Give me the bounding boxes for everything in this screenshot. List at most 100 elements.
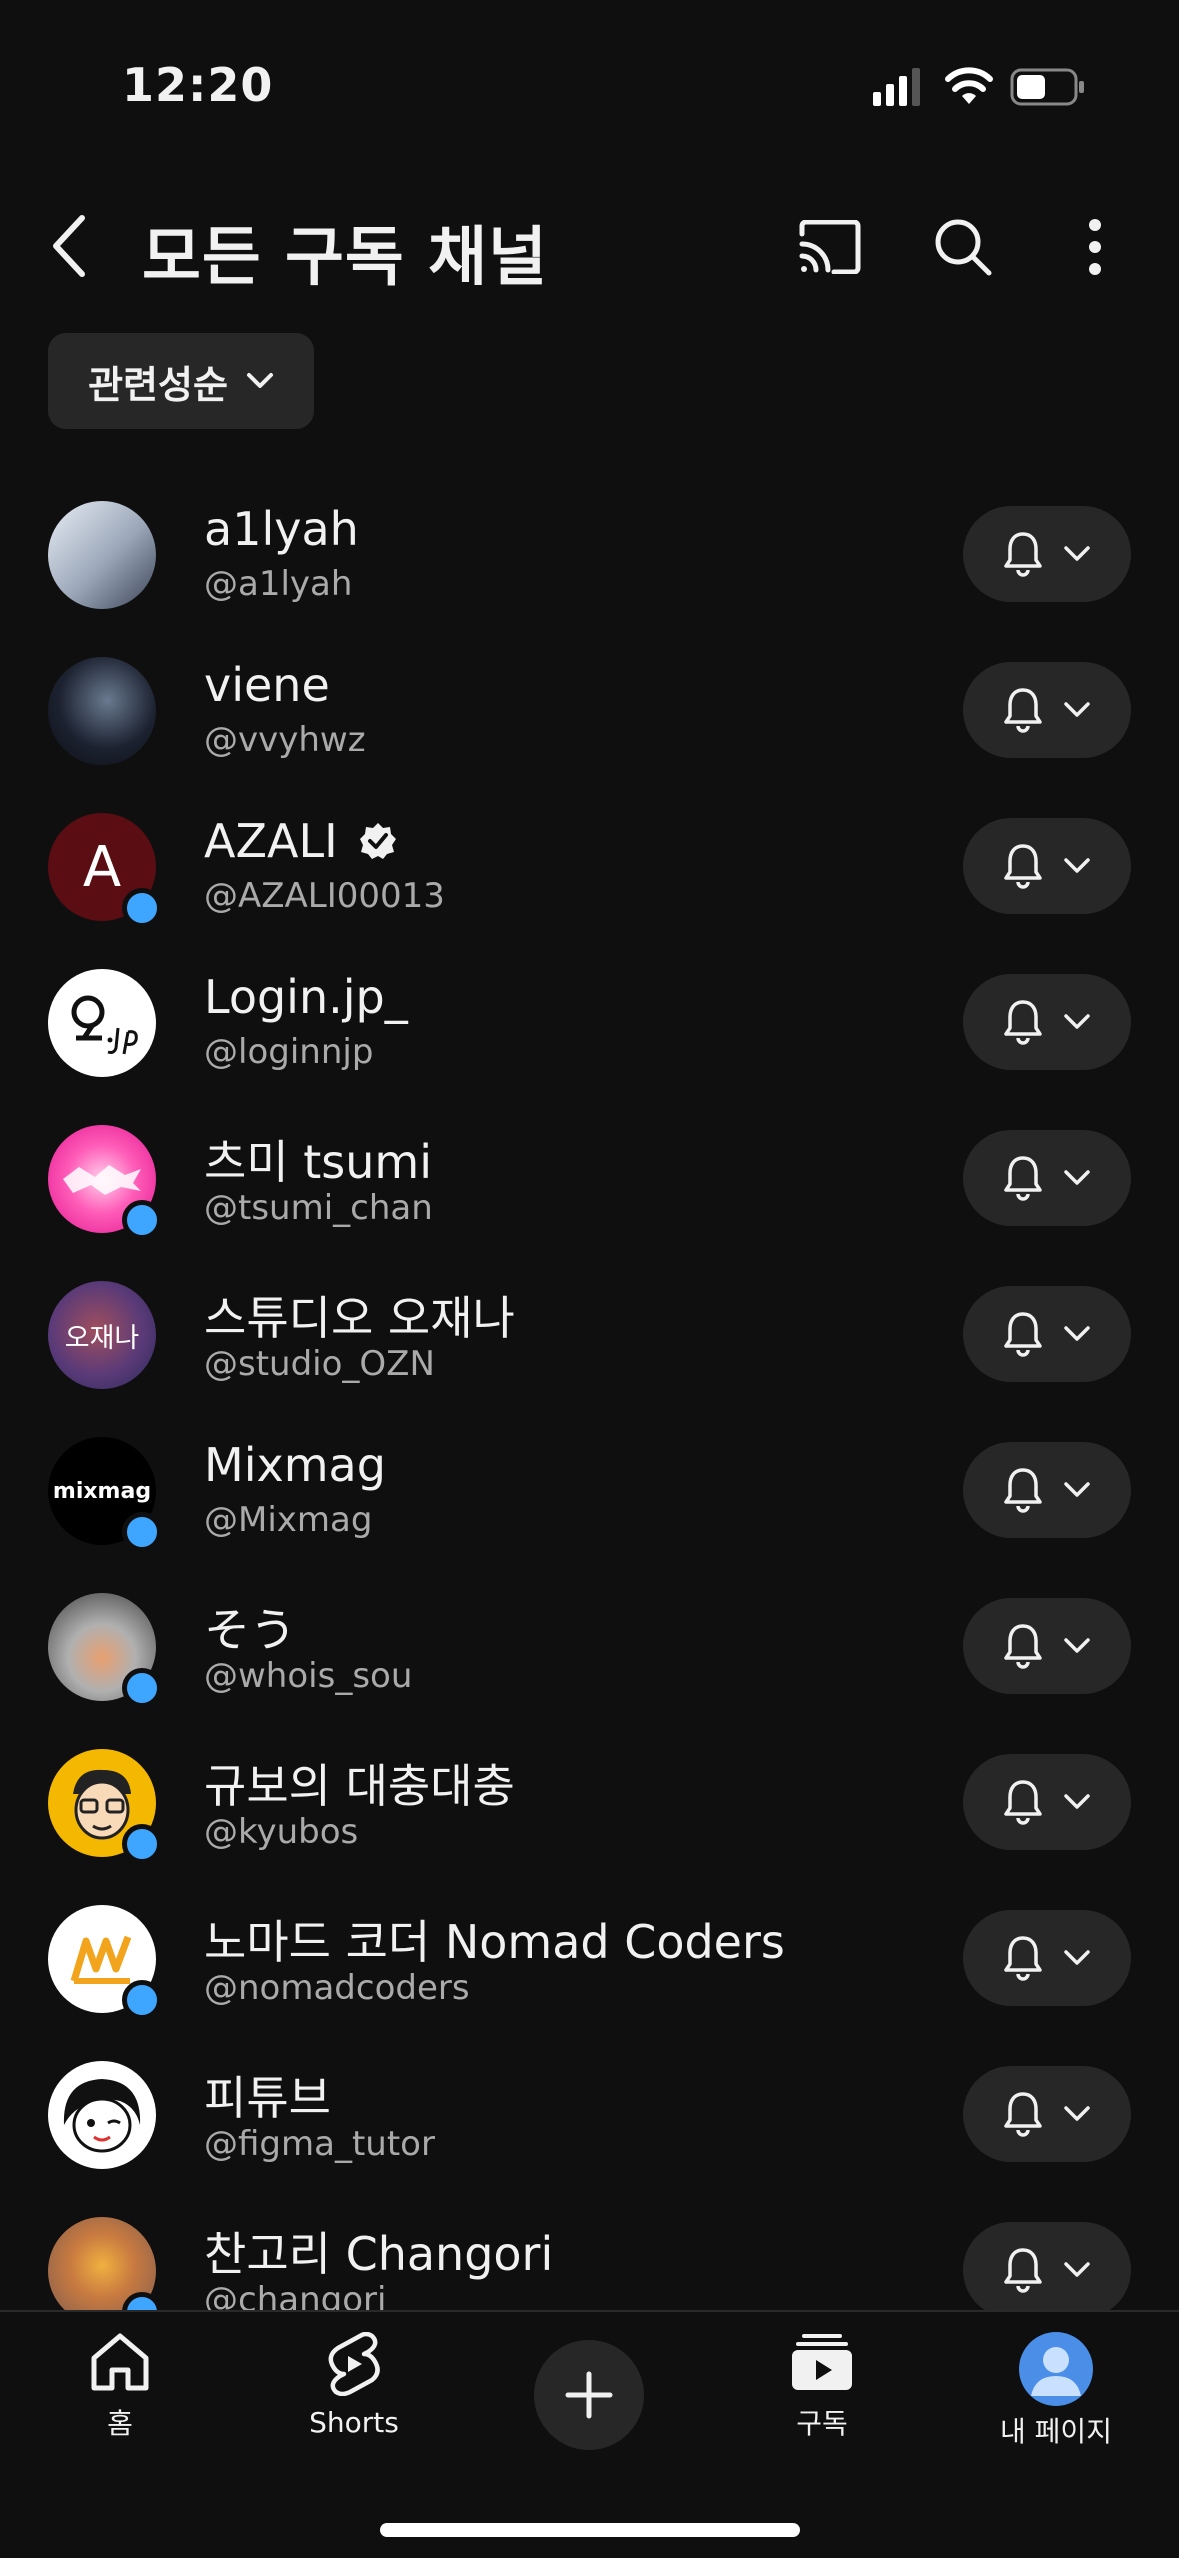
- channel-name: a1lyah: [204, 502, 359, 556]
- cast-icon: [799, 220, 861, 274]
- plus-icon: [565, 2371, 613, 2419]
- channel-avatar[interactable]: [48, 2061, 156, 2169]
- channel-row[interactable]: 규보의 대충대충 @kyubos: [0, 1740, 1179, 1896]
- battery-icon: [1010, 68, 1084, 106]
- channel-row[interactable]: 피튜브 @figma_tutor: [0, 2052, 1179, 2208]
- nav-subscriptions[interactable]: 구독: [732, 2332, 912, 2492]
- notification-settings-button[interactable]: [963, 818, 1131, 914]
- chevron-down-icon: [1064, 1014, 1090, 1029]
- sort-dropdown[interactable]: 관련성순: [48, 333, 314, 429]
- channel-handle: @changori: [204, 2280, 387, 2312]
- subscriptions-icon: [792, 2334, 852, 2390]
- channel-name: そう: [204, 1603, 296, 1657]
- nav-home-label: 홈: [107, 2407, 133, 2440]
- notification-settings-button[interactable]: [963, 1286, 1131, 1382]
- channel-name: 스튜디오 오재나: [204, 1291, 515, 1345]
- bell-icon: [1004, 2092, 1042, 2137]
- chevron-down-icon: [1064, 858, 1090, 873]
- notification-settings-button[interactable]: [963, 1130, 1131, 1226]
- bell-icon: [1004, 1936, 1042, 1981]
- status-bar: 12:20: [0, 0, 1179, 150]
- channel-handle: @a1lyah: [204, 564, 353, 604]
- bell-icon: [1004, 1000, 1042, 1045]
- nav-home[interactable]: 홈: [30, 2332, 210, 2492]
- more-options-button[interactable]: [1060, 212, 1130, 282]
- channel-row[interactable]: そう @whois_sou: [0, 1584, 1179, 1740]
- cast-button[interactable]: [795, 212, 865, 282]
- bell-icon: [1004, 1156, 1042, 1201]
- bell-icon: [1004, 844, 1042, 889]
- channel-row[interactable]: 찬고리 Changori @changori: [0, 2208, 1179, 2312]
- channel-avatar[interactable]: [48, 657, 156, 765]
- chevron-down-icon: [1064, 2262, 1090, 2277]
- channel-name: 노마드 코더 Nomad Coders: [204, 1915, 785, 1969]
- channel-handle: @vvyhwz: [204, 720, 366, 760]
- channel-handle: @Mixmag: [204, 1500, 373, 1540]
- bottom-navigation: 홈 Shorts 구독 내 페이지: [0, 2310, 1179, 2558]
- new-content-dot: [122, 1980, 162, 2020]
- notification-settings-button[interactable]: [963, 1910, 1131, 2006]
- channel-row[interactable]: 츠미 tsumi @tsumi_chan: [0, 1116, 1179, 1272]
- channel-row[interactable]: 노마드 코더 Nomad Coders @nomadcoders: [0, 1896, 1179, 2052]
- shorts-icon: [328, 2332, 380, 2396]
- bell-icon: [1004, 1468, 1042, 1513]
- channel-avatar[interactable]: 오재나: [48, 1281, 156, 1389]
- notification-settings-button[interactable]: [963, 2066, 1131, 2162]
- search-button[interactable]: [928, 212, 998, 282]
- notification-settings-button[interactable]: [963, 506, 1131, 602]
- channel-row[interactable]: Login.jp_ @loginnjp: [0, 960, 1179, 1116]
- channel-handle: @studio_OZN: [204, 1344, 435, 1384]
- channel-row[interactable]: A AZALI @AZALI00013: [0, 804, 1179, 960]
- channel-avatar[interactable]: [48, 501, 156, 609]
- avatar-text: 오재나: [64, 1322, 140, 1354]
- back-button[interactable]: [40, 214, 100, 278]
- channel-handle: @figma_tutor: [204, 2124, 435, 2164]
- tsumi-logo-icon: [63, 1165, 141, 1195]
- avatar: [1019, 2332, 1093, 2406]
- channel-handle: @AZALI00013: [204, 876, 445, 916]
- page-title: 모든 구독 채널: [142, 221, 548, 295]
- notification-settings-button[interactable]: [963, 1754, 1131, 1850]
- bell-icon: [1004, 1780, 1042, 1825]
- login-logo-icon: [71, 995, 138, 1055]
- top-app-bar: 모든 구독 채널: [0, 190, 1179, 300]
- more-vert-icon: [1089, 219, 1101, 275]
- channel-row[interactable]: a1lyah @a1lyah: [0, 492, 1179, 648]
- notification-settings-button[interactable]: [963, 1598, 1131, 1694]
- nomad-coders-logo-icon: [70, 1935, 132, 1984]
- wifi-icon: [945, 67, 993, 104]
- chevron-down-icon: [1064, 1482, 1090, 1497]
- channel-row[interactable]: viene @vvyhwz: [0, 648, 1179, 804]
- channel-avatar[interactable]: [48, 969, 156, 1077]
- channel-row[interactable]: 오재나 스튜디오 오재나 @studio_OZN: [0, 1272, 1179, 1428]
- back-arrow-icon: [53, 215, 85, 277]
- channel-name: viene: [204, 658, 330, 712]
- avatar-letter: A: [82, 834, 122, 900]
- verified-badge-icon: [360, 823, 397, 859]
- nav-subscriptions-label: 구독: [796, 2407, 848, 2440]
- nav-shorts-label: Shorts: [309, 2406, 399, 2439]
- channel-name-text: AZALI: [204, 814, 338, 868]
- channel-name: 규보의 대충대충: [204, 1759, 515, 1813]
- chevron-down-icon: [1064, 1170, 1090, 1185]
- notification-settings-button[interactable]: [963, 662, 1131, 758]
- search-icon: [935, 219, 992, 276]
- subscription-list: a1lyah @a1lyah viene @vvyhwz A AZALI @AZ…: [0, 492, 1179, 2312]
- create-button[interactable]: [534, 2340, 644, 2450]
- nav-shorts[interactable]: Shorts: [264, 2332, 444, 2492]
- notification-settings-button[interactable]: [963, 2222, 1131, 2312]
- channel-handle: @nomadcoders: [204, 1968, 470, 2008]
- new-content-dot: [122, 1512, 162, 1552]
- channel-row[interactable]: mixmag Mixmag @Mixmag: [0, 1428, 1179, 1584]
- status-time: 12:20: [122, 58, 274, 112]
- new-content-dot: [122, 1668, 162, 1708]
- nav-my-page-label: 내 페이지: [1000, 2415, 1112, 2448]
- channel-name: Login.jp_: [204, 970, 408, 1024]
- home-indicator: [380, 2523, 800, 2537]
- channel-handle: @whois_sou: [204, 1656, 413, 1696]
- nav-my-page[interactable]: 내 페이지: [966, 2332, 1146, 2492]
- notification-settings-button[interactable]: [963, 974, 1131, 1070]
- new-content-dot: [122, 1200, 162, 1240]
- home-icon: [91, 2333, 149, 2391]
- notification-settings-button[interactable]: [963, 1442, 1131, 1538]
